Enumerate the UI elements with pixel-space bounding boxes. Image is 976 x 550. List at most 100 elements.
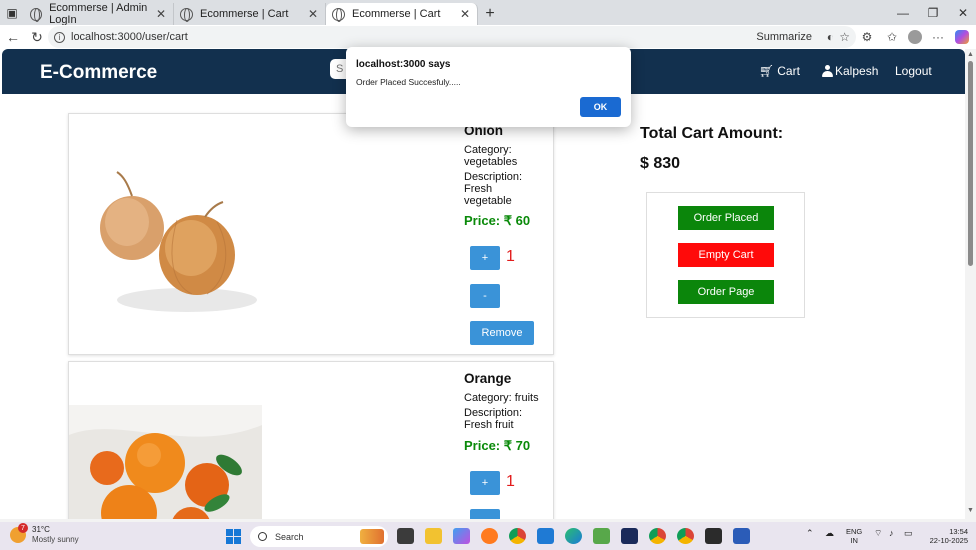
product-category: Category: fruits — [464, 392, 539, 404]
notification-badge: 7 — [18, 523, 28, 533]
maximize-icon[interactable]: ❐ — [916, 0, 950, 25]
nav-logout-link[interactable]: Logout — [895, 64, 932, 78]
cart-icon: 🛒︎ — [759, 64, 775, 78]
taskbar-search[interactable]: Search — [250, 526, 388, 547]
scroll-thumb[interactable] — [968, 61, 973, 266]
increase-qty-button[interactable]: + — [470, 471, 500, 495]
info-icon[interactable]: i — [54, 31, 65, 43]
file-explorer-icon[interactable] — [425, 528, 442, 544]
tab-label: Ecommerse | Cart — [352, 8, 441, 20]
search-highlight-icon — [360, 529, 384, 544]
language-code: ENG — [846, 527, 863, 536]
word-icon[interactable] — [733, 528, 750, 544]
tab-actions-icon[interactable]: ▣ — [0, 0, 24, 25]
cart-actions-panel: Order Placed Empty Cart Order Page — [646, 192, 805, 318]
url-text: localhost:3000/user/cart — [71, 31, 188, 43]
chrome-icon[interactable] — [509, 528, 526, 544]
nav-cart-link[interactable]: 🛒︎ Cart — [759, 64, 800, 78]
scroll-down-icon[interactable]: ▼ — [967, 507, 974, 514]
close-tab-icon[interactable]: ✕ — [308, 7, 318, 21]
extensions-icon[interactable]: ⚙ — [858, 28, 876, 46]
browser-tab-strip: ▣ Ecommerse | Admin LogIn ✕ Ecommerse | … — [0, 0, 976, 26]
chrome-profile-icon[interactable] — [649, 528, 666, 544]
remove-button[interactable]: Remove — [470, 321, 534, 345]
product-description: Description: Fresh vegetable — [464, 171, 523, 207]
more-menu-icon[interactable]: ··· — [929, 28, 947, 46]
terminal-icon[interactable] — [705, 528, 722, 544]
search-icon — [258, 532, 267, 541]
edge-icon[interactable] — [565, 528, 582, 544]
globe-icon — [332, 7, 345, 22]
vscode-icon[interactable] — [537, 528, 554, 544]
favorites-icon[interactable]: ✩ — [883, 28, 901, 46]
user-icon — [822, 65, 833, 77]
product-description: Description: Fresh fruit — [464, 407, 523, 431]
favorite-star-icon[interactable]: ☆ — [839, 30, 850, 44]
dialog-message: Order Placed Succesfuly..... — [356, 77, 461, 87]
tab-cart-active[interactable]: Ecommerse | Cart ✕ — [326, 3, 478, 25]
read-aloud-icon[interactable]: ◐ — [827, 30, 834, 44]
close-tab-icon[interactable]: ✕ — [156, 7, 166, 21]
product-category: Category: vegetables — [464, 144, 518, 168]
brand-logo[interactable]: E-Commerce — [40, 62, 157, 84]
postman-icon[interactable] — [481, 528, 498, 544]
minimize-icon[interactable]: — — [886, 0, 920, 25]
decrease-qty-button[interactable] — [470, 509, 500, 519]
product-price: Price: ₹ 60 — [464, 213, 531, 228]
empty-cart-button[interactable]: Empty Cart — [678, 243, 774, 267]
increase-qty-button[interactable]: + — [470, 246, 500, 270]
battery-icon[interactable]: ▭ — [904, 528, 913, 539]
decrease-qty-button[interactable]: - — [470, 284, 500, 308]
product-price: Price: ₹ 70 — [464, 438, 531, 453]
summarize-button[interactable]: Summarize — [756, 31, 812, 43]
weather-temperature: 31°C — [32, 525, 50, 534]
total-cart-label: Total Cart Amount: — [640, 125, 784, 142]
volume-icon[interactable]: ♪ — [889, 528, 894, 538]
windows-taskbar: 7 31°C Mostly sunny Search ⌃ ☁ ENG IN ⌔ … — [0, 522, 976, 550]
refresh-icon[interactable]: ↻ — [26, 26, 48, 48]
paint-icon[interactable] — [593, 528, 610, 544]
copilot-icon[interactable] — [953, 28, 971, 46]
onion-image — [100, 171, 257, 312]
show-hidden-icons[interactable]: ⌃ — [806, 528, 814, 539]
scroll-up-icon[interactable]: ▲ — [967, 51, 974, 58]
total-cart-amount: $ 830 — [640, 155, 681, 172]
dialog-ok-button[interactable]: OK — [580, 97, 621, 117]
tab-cart-1[interactable]: Ecommerse | Cart ✕ — [174, 3, 326, 25]
page-scrollbar[interactable]: ▲ ▼ — [965, 49, 976, 519]
clock-date: 22-10-2025 — [929, 536, 968, 545]
region-code: IN — [850, 536, 858, 545]
dialog-title: localhost:3000 says — [356, 59, 451, 70]
clock[interactable]: 13:54 22-10-2025 — [922, 527, 968, 545]
nav-cart-label: Cart — [777, 64, 800, 78]
alert-dialog: localhost:3000 says Order Placed Succesf… — [346, 47, 631, 127]
tab-label: Ecommerse | Admin LogIn — [49, 2, 148, 26]
weather-widget[interactable]: 7 31°C Mostly sunny — [10, 523, 79, 545]
nav-user-link[interactable]: Kalpesh — [822, 64, 878, 78]
copilot-app-icon[interactable] — [453, 528, 470, 544]
orange-image — [69, 405, 262, 519]
wifi-icon[interactable]: ⌔ — [874, 528, 882, 539]
task-view-icon[interactable] — [397, 528, 414, 544]
sun-icon: 7 — [10, 523, 28, 543]
tab-admin-login[interactable]: Ecommerse | Admin LogIn ✕ — [24, 2, 174, 26]
tab-label: Ecommerse | Cart — [200, 8, 289, 20]
intellij-icon[interactable] — [621, 528, 638, 544]
new-tab-icon[interactable]: + — [478, 3, 502, 25]
clock-time: 13:54 — [949, 527, 968, 536]
address-bar: ← ↻ i localhost:3000/user/cart Summarize… — [0, 25, 976, 49]
onedrive-icon[interactable]: ☁ — [825, 528, 834, 539]
chrome-profile-2-icon[interactable] — [677, 528, 694, 544]
language-indicator[interactable]: ENG IN — [846, 527, 862, 545]
url-field[interactable]: i localhost:3000/user/cart Summarize ◐ ☆ — [48, 26, 856, 48]
back-icon[interactable]: ← — [2, 26, 24, 48]
close-tab-icon[interactable]: ✕ — [460, 7, 470, 21]
order-placed-button[interactable]: Order Placed — [678, 206, 774, 230]
nav-user-label: Kalpesh — [835, 64, 879, 78]
windows-start-icon[interactable] — [226, 529, 241, 544]
quantity-value: 1 — [506, 473, 515, 490]
close-window-icon[interactable]: ✕ — [946, 0, 976, 25]
cart-item-card: Onion Category: vegetables Description: … — [68, 113, 554, 355]
order-page-button[interactable]: Order Page — [678, 280, 774, 304]
profile-icon[interactable] — [906, 28, 924, 46]
